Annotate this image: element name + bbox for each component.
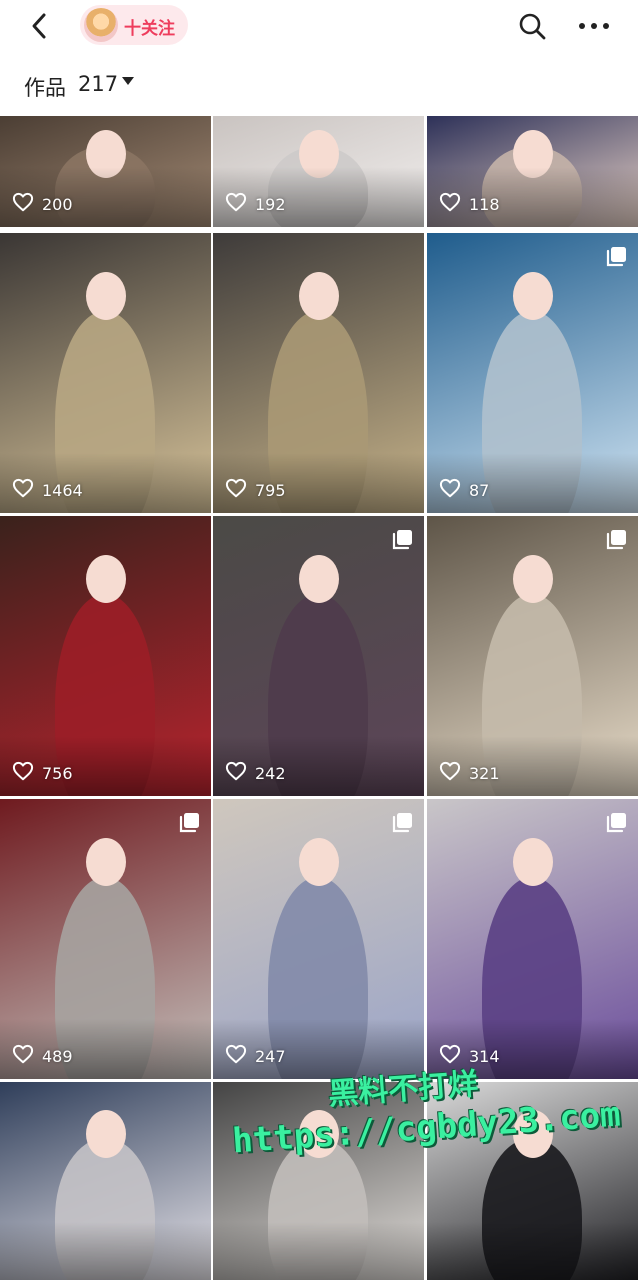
search-button[interactable] — [516, 10, 548, 42]
photo-face — [86, 838, 126, 887]
like-count: 756 — [42, 763, 73, 783]
more-icon — [579, 23, 609, 29]
like-count: 247 — [255, 1046, 286, 1066]
like-count: 795 — [255, 480, 286, 500]
like-count: 118 — [469, 194, 500, 214]
like-count: 489 — [42, 1046, 73, 1066]
heart-icon — [439, 192, 461, 216]
tile-shade — [427, 1222, 638, 1280]
photo-face — [299, 555, 339, 604]
like-count: 1464 — [42, 480, 83, 500]
multi-image-icon — [390, 811, 414, 835]
multi-image-icon — [604, 528, 628, 552]
multi-image-icon — [604, 245, 628, 269]
like-stat: 192 — [225, 192, 286, 216]
photo-face — [86, 272, 126, 321]
photo-face — [513, 272, 553, 321]
follow-button[interactable]: 十关注 — [80, 5, 188, 45]
post-tile[interactable]: 756 — [0, 516, 211, 796]
photo-face — [299, 272, 339, 321]
tile-shade — [0, 1222, 211, 1280]
works-filter-label[interactable]: 作品 — [24, 72, 66, 102]
like-stat: 1464 — [12, 478, 83, 502]
post-tile[interactable]: 242 — [213, 516, 424, 796]
post-tile[interactable] — [427, 1082, 638, 1280]
post-tile[interactable]: 1464 — [0, 233, 211, 513]
heart-icon — [12, 761, 34, 785]
post-tile[interactable]: 321 — [427, 516, 638, 796]
works-count: 217 — [78, 72, 119, 96]
avatar[interactable] — [84, 8, 118, 42]
post-tile[interactable]: 118 — [427, 116, 638, 227]
post-tile[interactable]: 87 — [427, 233, 638, 513]
photo-face — [86, 1110, 126, 1158]
post-tile[interactable]: 192 — [213, 116, 424, 227]
heart-icon — [225, 761, 247, 785]
photo-face — [299, 1110, 339, 1158]
like-stat: 87 — [439, 478, 490, 502]
post-tile[interactable]: 200 — [0, 116, 211, 227]
follow-label: 十关注 — [124, 19, 175, 39]
back-arrow-icon — [32, 13, 46, 39]
heart-icon — [12, 478, 34, 502]
like-count: 200 — [42, 194, 73, 214]
back-button[interactable] — [22, 8, 58, 44]
heart-icon — [225, 192, 247, 216]
photo-face — [299, 838, 339, 887]
like-count: 242 — [255, 763, 286, 783]
heart-icon — [439, 761, 461, 785]
heart-icon — [439, 1044, 461, 1068]
like-stat: 314 — [439, 1044, 500, 1068]
like-stat: 795 — [225, 478, 286, 502]
photo-face — [513, 1110, 553, 1158]
dropdown-caret-icon[interactable] — [122, 77, 134, 85]
post-tile[interactable]: 489 — [0, 799, 211, 1079]
post-tile[interactable] — [0, 1082, 211, 1280]
heart-icon — [12, 1044, 34, 1068]
works-header: 作品 217 — [0, 56, 638, 116]
post-tile[interactable]: 314 — [427, 799, 638, 1079]
like-stat: 247 — [225, 1044, 286, 1068]
heart-icon — [225, 1044, 247, 1068]
like-stat: 321 — [439, 761, 500, 785]
post-tile[interactable] — [213, 1082, 424, 1280]
heart-icon — [439, 478, 461, 502]
heart-icon — [12, 192, 34, 216]
post-grid: 200 192 118 1464 795 87 756 242 321 489 247 314 — [0, 116, 638, 1280]
like-count: 192 — [255, 194, 286, 214]
photo-face — [513, 838, 553, 887]
multi-image-icon — [177, 811, 201, 835]
multi-image-icon — [604, 811, 628, 835]
post-tile[interactable]: 247 — [213, 799, 424, 1079]
like-stat: 200 — [12, 192, 73, 216]
like-stat: 242 — [225, 761, 286, 785]
top-bar: 十关注 — [0, 0, 638, 56]
like-count: 321 — [469, 763, 500, 783]
like-count: 314 — [469, 1046, 500, 1066]
photo-face — [86, 555, 126, 604]
more-button[interactable] — [574, 10, 614, 42]
search-icon — [519, 13, 546, 40]
tile-shade — [213, 1222, 424, 1280]
like-count: 87 — [469, 480, 490, 500]
multi-image-icon — [390, 528, 414, 552]
photo-face — [513, 555, 553, 604]
heart-icon — [225, 478, 247, 502]
like-stat: 489 — [12, 1044, 73, 1068]
like-stat: 756 — [12, 761, 73, 785]
post-tile[interactable]: 795 — [213, 233, 424, 513]
like-stat: 118 — [439, 192, 500, 216]
